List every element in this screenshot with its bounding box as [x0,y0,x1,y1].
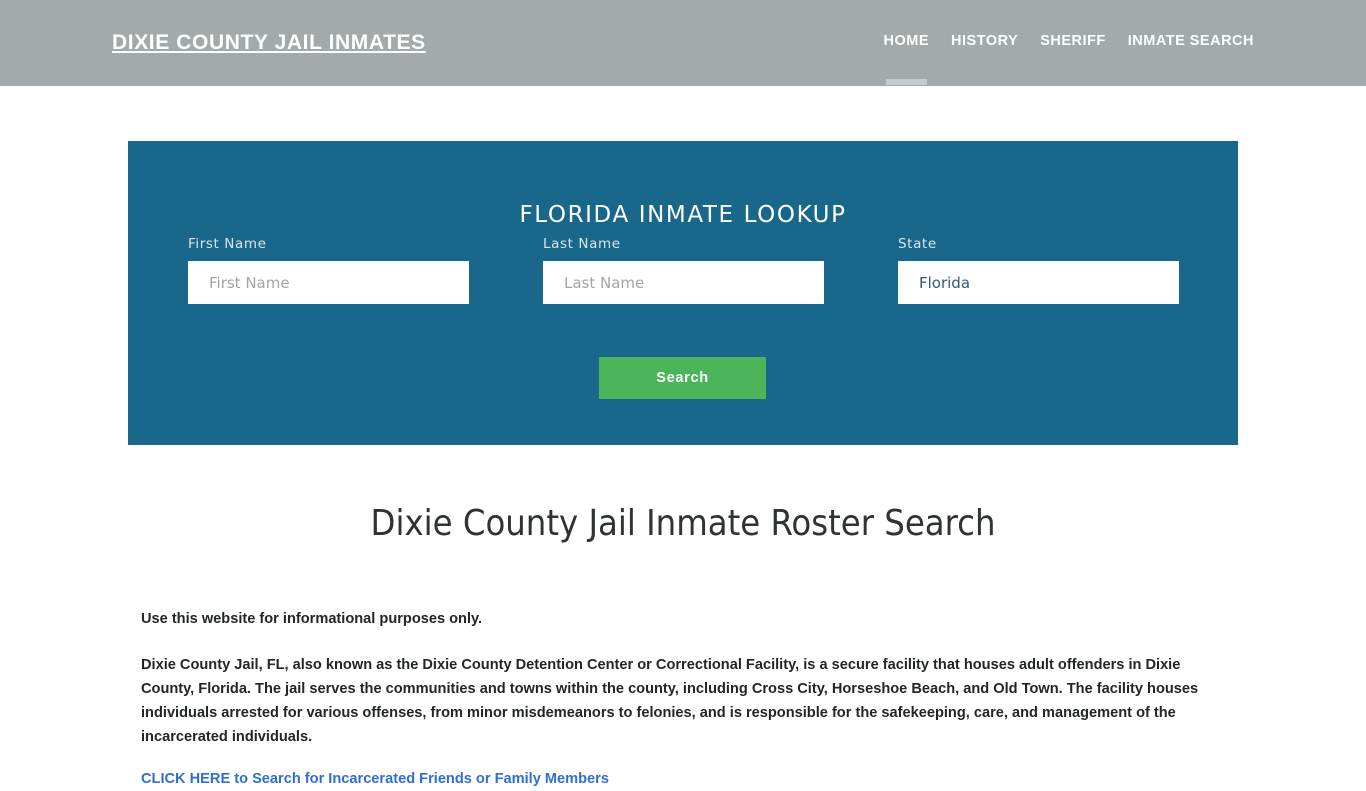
first-name-label: First Name [188,236,267,252]
state-label: State [898,236,937,252]
nav-item-inmate-search[interactable]: INMATE SEARCH [1128,33,1254,53]
first-name-field-group: First Name [188,236,469,304]
facility-description-text: Dixie County Jail, FL, also known as the… [141,657,1199,745]
inmate-search-cta-link[interactable]: CLICK HERE to Search for Incarcerated Fr… [141,771,609,787]
nav-item-home[interactable]: HOME [884,33,930,85]
site-header: DIXIE COUNTY JAIL INMATES HOME HISTORY S… [0,0,1366,86]
nav-item-history[interactable]: HISTORY [951,33,1018,53]
inmate-lookup-panel: FLORIDA INMATE LOOKUP First Name Last Na… [128,141,1238,445]
last-name-label: Last Name [543,236,621,252]
search-submit-button[interactable]: Search [599,357,766,399]
last-name-field-group: Last Name [543,236,824,304]
lookup-panel-title: FLORIDA INMATE LOOKUP [519,202,847,229]
first-name-input[interactable] [188,261,469,304]
page-content: Use this website for informational purpo… [141,607,1225,791]
main-navigation: HOME HISTORY SHERIFF INMATE SEARCH [884,33,1254,85]
last-name-input[interactable] [543,261,824,304]
nav-item-sheriff[interactable]: SHERIFF [1040,33,1106,53]
page-title: Dixie County Jail Inmate Roster Search [370,503,996,544]
state-input[interactable] [898,261,1179,304]
disclaimer-text: Use this website for informational purpo… [141,611,483,627]
state-field-group: State [898,236,1179,304]
site-brand-logo[interactable]: DIXIE COUNTY JAIL INMATES [112,31,426,55]
